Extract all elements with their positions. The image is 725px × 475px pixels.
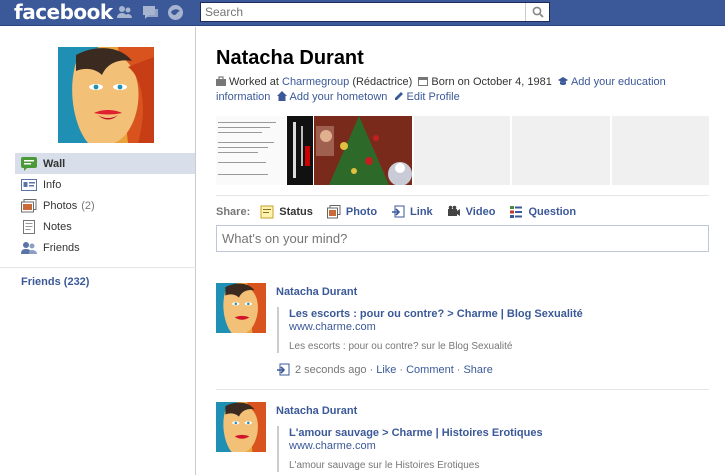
calendar-icon <box>418 77 429 86</box>
worked-prefix: Worked at <box>229 76 279 88</box>
sidebar-item-label: Photos <box>43 199 78 212</box>
link-icon <box>277 363 290 376</box>
link-attachment: L'amour sauvage > Charme | Histoires Ero… <box>277 426 709 472</box>
share-option-label: Photo <box>345 205 378 218</box>
photos-count: (2) <box>81 199 95 212</box>
photos-icon <box>21 198 37 212</box>
share-question-option[interactable]: Question <box>509 205 576 219</box>
question-icon <box>510 205 523 218</box>
search-input[interactable] <box>201 3 523 21</box>
sidebar-item-label: Notes <box>43 220 72 233</box>
photo-thumbnail[interactable] <box>287 116 313 185</box>
feed-story: Natacha Durant Les escorts : pour ou con… <box>216 283 709 383</box>
sidebar-item-notes[interactable]: Notes <box>15 216 195 237</box>
photo-placeholder <box>612 116 709 185</box>
attachment-url[interactable]: www.charme.com <box>289 440 709 453</box>
search-icon <box>532 6 544 18</box>
messages-icon[interactable] <box>142 4 159 21</box>
sidebar-item-info[interactable]: Info <box>15 174 195 195</box>
birthday: Born on October 4, 1981 <box>431 76 552 88</box>
attachment-url[interactable]: www.charme.com <box>289 321 709 334</box>
link-attachment: Les escorts : pour ou contre? > Charme |… <box>277 307 709 353</box>
edit-profile-link[interactable]: Edit Profile <box>407 91 460 103</box>
share-option-label: Link <box>410 205 433 218</box>
top-bar: facebook <box>0 0 725 26</box>
add-hometown-link[interactable]: Add your hometown <box>290 91 388 103</box>
sidebar-item-friends[interactable]: Friends <box>15 237 195 258</box>
share-photo-option[interactable]: Photo <box>326 204 378 219</box>
briefcase-icon <box>216 76 226 86</box>
share-label: Share: <box>216 205 251 218</box>
wall-icon <box>21 156 37 171</box>
sidebar-item-label: Friends <box>43 241 80 254</box>
photo-placeholder <box>414 116 510 185</box>
friends-count-link[interactable]: Friends (232) <box>21 276 89 288</box>
notifications-icon[interactable] <box>167 4 184 21</box>
status-input[interactable] <box>217 226 708 251</box>
left-divider <box>0 267 196 268</box>
share-bar: Share: Status Photo Link Video Question <box>216 195 709 219</box>
notes-icon <box>23 219 35 234</box>
story-author[interactable]: Natacha Durant <box>276 286 357 298</box>
photo-thumbnail[interactable] <box>314 116 412 186</box>
attachment-title[interactable]: Les escorts : pour ou contre? > Charme |… <box>289 307 709 321</box>
share-video-option[interactable]: Video <box>447 205 496 219</box>
story-timestamp[interactable]: 2 seconds ago <box>295 364 367 376</box>
share-status-option[interactable]: Status <box>260 205 313 219</box>
share-option-label: Status <box>279 205 313 218</box>
sidebar-item-photos[interactable]: Photos (2) <box>15 195 195 216</box>
story-author[interactable]: Natacha Durant <box>276 405 357 417</box>
photo-thumbnail[interactable] <box>216 116 286 185</box>
attachment-title[interactable]: L'amour sauvage > Charme | Histoires Ero… <box>289 426 709 440</box>
employer-link[interactable]: Charmegroup <box>282 76 349 88</box>
share-link[interactable]: Share <box>463 364 492 376</box>
graduation-cap-icon <box>557 77 568 86</box>
comment-link[interactable]: Comment <box>406 364 454 376</box>
left-nav: Wall Info Photos (2) Notes Friends <box>15 153 195 258</box>
sidebar-item-wall[interactable]: Wall <box>15 153 195 174</box>
profile-picture[interactable] <box>58 47 154 143</box>
photo-icon <box>326 204 341 218</box>
left-column: Wall Info Photos (2) Notes Friends Frien… <box>0 27 196 475</box>
page-title: Natacha Durant <box>216 47 364 69</box>
avatar[interactable] <box>216 402 266 452</box>
friends-icon[interactable] <box>116 4 133 21</box>
attachment-description: Les escorts : pour ou contre? sur le Blo… <box>289 341 513 352</box>
pencil-icon <box>394 92 403 100</box>
share-option-label: Video <box>465 205 496 218</box>
home-icon <box>276 91 287 101</box>
share-link-option[interactable]: Link <box>391 205 433 219</box>
employer-role: (Rédactrice) <box>352 76 413 88</box>
story-divider <box>216 389 709 390</box>
search-button[interactable] <box>525 3 549 21</box>
search-box[interactable] <box>200 2 550 22</box>
friends-icon <box>21 241 37 254</box>
share-option-label: Question <box>528 205 577 218</box>
link-icon <box>392 205 405 217</box>
sidebar-item-label: Wall <box>43 157 66 170</box>
status-composer[interactable] <box>216 225 709 252</box>
facebook-logo[interactable]: facebook <box>14 0 113 24</box>
status-icon <box>260 205 274 218</box>
avatar[interactable] <box>216 283 266 333</box>
like-link[interactable]: Like <box>376 364 396 376</box>
photo-placeholder <box>512 116 610 185</box>
video-icon <box>447 205 460 216</box>
attachment-description: L'amour sauvage sur le Histoires Erotiqu… <box>289 460 480 471</box>
feed-story: Natacha Durant L'amour sauvage > Charme … <box>216 402 709 475</box>
profile-info: Worked at Charmegroup (Rédactrice) Born … <box>216 75 709 105</box>
sidebar-item-label: Info <box>43 178 62 191</box>
info-icon <box>21 178 37 191</box>
story-actions: 2 seconds ago · Like · Comment · Share <box>276 363 493 377</box>
photo-strip <box>216 116 725 186</box>
